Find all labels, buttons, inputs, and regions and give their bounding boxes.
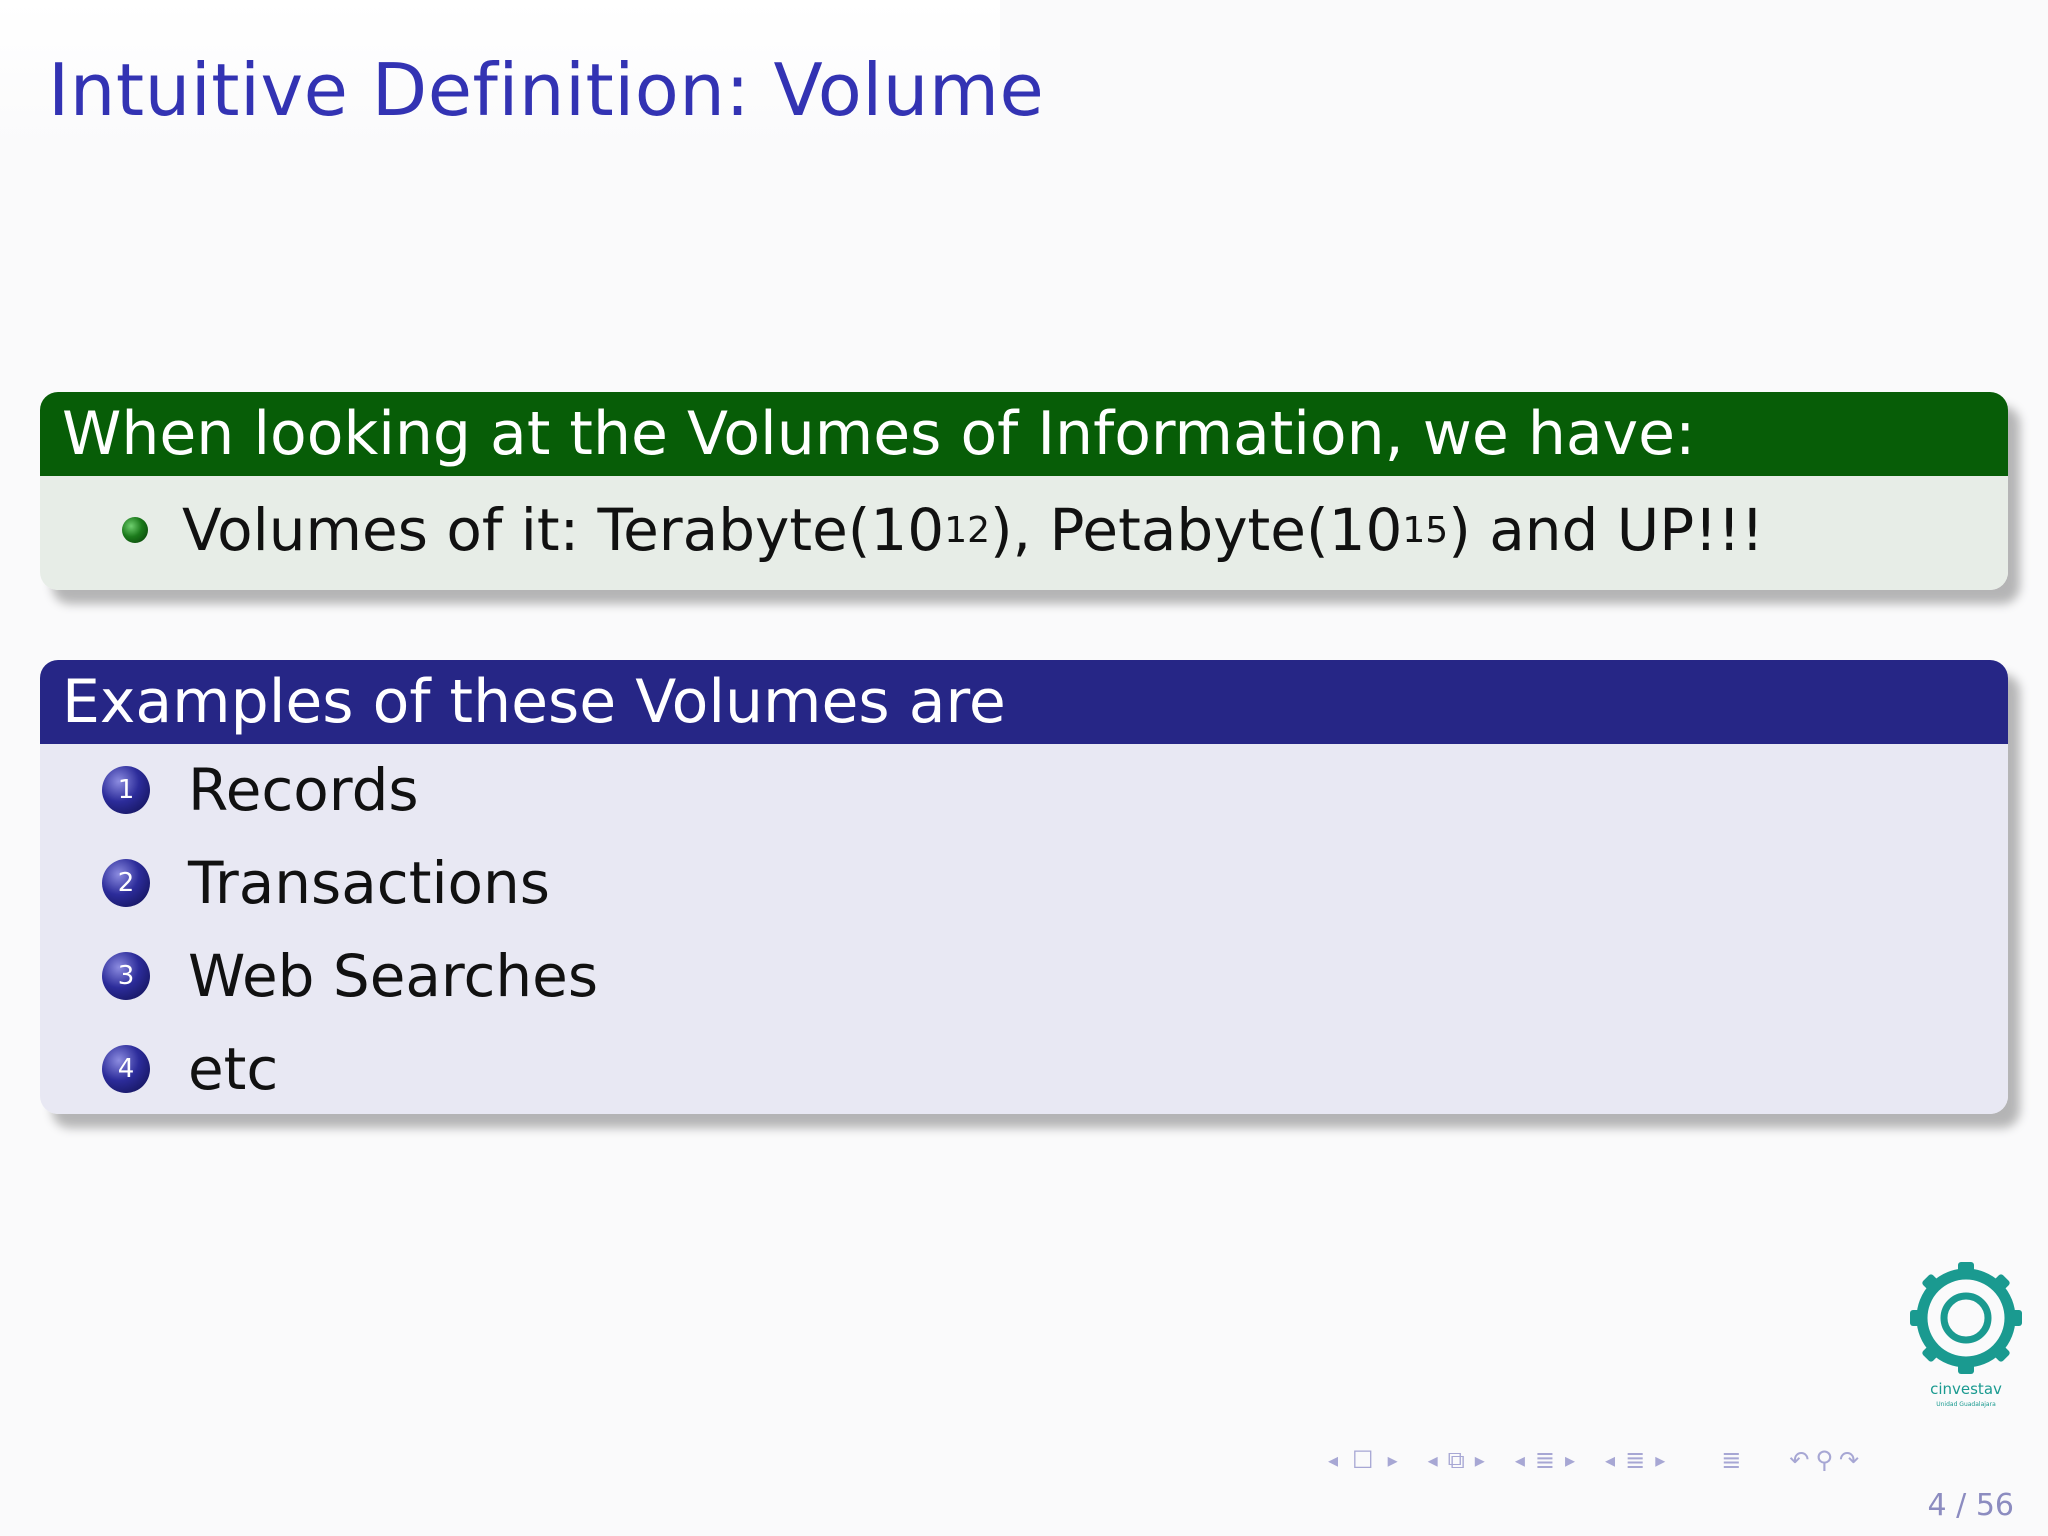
enum-number-icon: 2: [102, 859, 150, 907]
superscript-12: 12: [944, 509, 990, 551]
enum-number-icon: 1: [102, 766, 150, 814]
nav-next-frame-icon[interactable]: ▸: [1475, 1448, 1485, 1472]
list-item-label: Transactions: [188, 849, 551, 917]
bullet-text-before: Volumes of it: Terabyte(10: [182, 496, 945, 564]
nav-forward-icon[interactable]: ↷: [1839, 1446, 1859, 1474]
nav-next-section-icon[interactable]: ▸: [1655, 1448, 1665, 1472]
page-number: 4 / 56: [1927, 1488, 2014, 1523]
list-item-label: Records: [188, 756, 419, 824]
list-item: 1 Records: [102, 756, 419, 824]
examples-block-body: 1 Records 2 Transactions 3 Web Searches …: [40, 744, 2008, 1114]
bullet-text-after: ) and UP!!!: [1448, 496, 1764, 564]
nav-prev-frame-icon[interactable]: ◂: [1428, 1448, 1438, 1472]
nav-section-icon[interactable]: ≣: [1625, 1446, 1645, 1474]
nav-prev-subsection-icon[interactable]: ◂: [1515, 1448, 1525, 1472]
definition-block-body: Volumes of it: Terabyte(10 12), Petabyte(…: [40, 476, 2008, 590]
bullet-text-middle: ), Petabyte(10: [990, 496, 1403, 564]
bullet-item: Volumes of it: Terabyte(10 12), Petabyte(…: [122, 496, 1764, 564]
definition-block: When looking at the Volumes of Informati…: [40, 392, 2008, 590]
list-item: 4 etc: [102, 1035, 278, 1103]
logo-subtext: Unidad Guadalajara: [1936, 1401, 1996, 1408]
nav-prev-section-icon[interactable]: ◂: [1605, 1448, 1615, 1472]
enum-number-icon: 3: [102, 952, 150, 1000]
nav-subsection-icon[interactable]: ≣: [1535, 1446, 1555, 1474]
nav-next-subsection-icon[interactable]: ▸: [1565, 1448, 1575, 1472]
logo-text: cinvestav: [1930, 1380, 2002, 1398]
nav-document-icon[interactable]: ≣: [1721, 1446, 1741, 1474]
nav-next-slide-icon[interactable]: ▸: [1388, 1448, 1398, 1472]
nav-search-icon[interactable]: ⚲: [1815, 1446, 1833, 1474]
superscript-15: 15: [1402, 509, 1449, 551]
examples-block-header: Examples of these Volumes are: [40, 660, 2008, 752]
enum-number-icon: 4: [102, 1045, 150, 1093]
definition-block-header: When looking at the Volumes of Informati…: [40, 392, 2008, 484]
nav-slide-icon[interactable]: ☐: [1352, 1446, 1374, 1474]
nav-frame-icon[interactable]: ⧉: [1448, 1446, 1465, 1474]
list-item: 2 Transactions: [102, 849, 550, 917]
nav-back-icon[interactable]: ↶: [1789, 1446, 1809, 1474]
navigation-bar: ◂ ☐ ▸ ◂ ⧉ ▸ ◂ ≣ ▸ ◂ ≣ ▸ ≣ ↶ ⚲ ↷: [1322, 1442, 2032, 1478]
list-item-label: etc: [188, 1035, 279, 1103]
examples-block: Examples of these Volumes are 1 Records …: [40, 660, 2008, 1114]
nav-prev-slide-icon[interactable]: ◂: [1328, 1448, 1338, 1472]
list-item: 3 Web Searches: [102, 942, 598, 1010]
slide-title: Intuitive Definition: Volume: [48, 48, 1045, 132]
cinvestav-logo: cinvestav Unidad Guadalajara: [1910, 1262, 2022, 1408]
list-item-label: Web Searches: [188, 942, 599, 1010]
bullet-ball-icon: [122, 517, 148, 543]
